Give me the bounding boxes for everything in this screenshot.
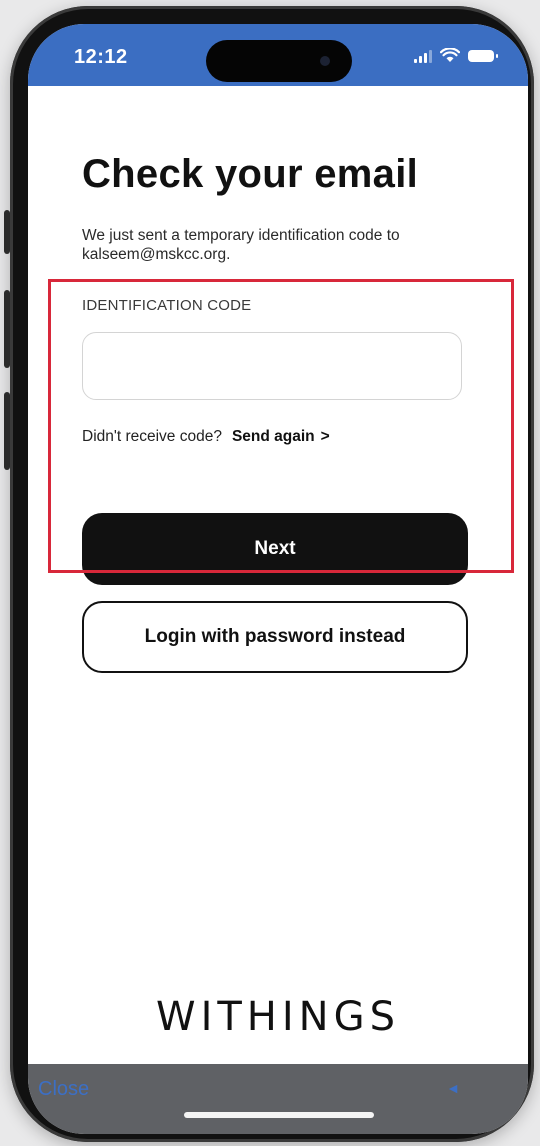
send-again-label: Send again — [231, 428, 315, 445]
wifi-icon — [440, 48, 460, 62]
next-button[interactable]: Next — [82, 513, 468, 585]
home-indicator[interactable] — [184, 1112, 374, 1118]
volume-up-button — [4, 210, 10, 254]
page-subtitle: We just sent a temporary identification … — [82, 227, 400, 263]
status-time: 12:12 — [74, 46, 128, 68]
volume-down-button — [4, 290, 10, 368]
identification-code-label: IDENTIFICATION CODE — [82, 297, 252, 314]
withings-logo: WITHINGS — [156, 994, 400, 1040]
login-with-password-button[interactable]: Login with password instead — [82, 601, 468, 673]
status-bar: 12:12 — [28, 24, 528, 86]
page-title: Check your email — [82, 152, 419, 196]
close-button[interactable]: Close — [38, 1078, 89, 1101]
camera-lens-icon — [320, 56, 330, 66]
identification-code-input[interactable] — [82, 332, 462, 400]
resend-row: Didn't receive code? Send again > — [82, 428, 330, 446]
phone-screen: 12:12 Check your email We just sent a te… — [28, 24, 528, 1134]
browser-bottom-bar: Close ◄ — [28, 1064, 528, 1134]
send-again-link[interactable]: Send again > — [232, 428, 330, 446]
silent-switch — [4, 392, 10, 470]
dynamic-island — [206, 40, 352, 82]
battery-icon — [468, 49, 498, 62]
status-icons — [414, 48, 498, 63]
chevron-right-icon: > — [320, 428, 330, 445]
phone-stage: 12:12 Check your email We just sent a te… — [0, 0, 540, 1146]
resend-prompt: Didn't receive code? — [82, 428, 222, 445]
cellular-signal-icon — [414, 49, 432, 63]
back-arrow-icon[interactable]: ◄ — [446, 1080, 460, 1096]
